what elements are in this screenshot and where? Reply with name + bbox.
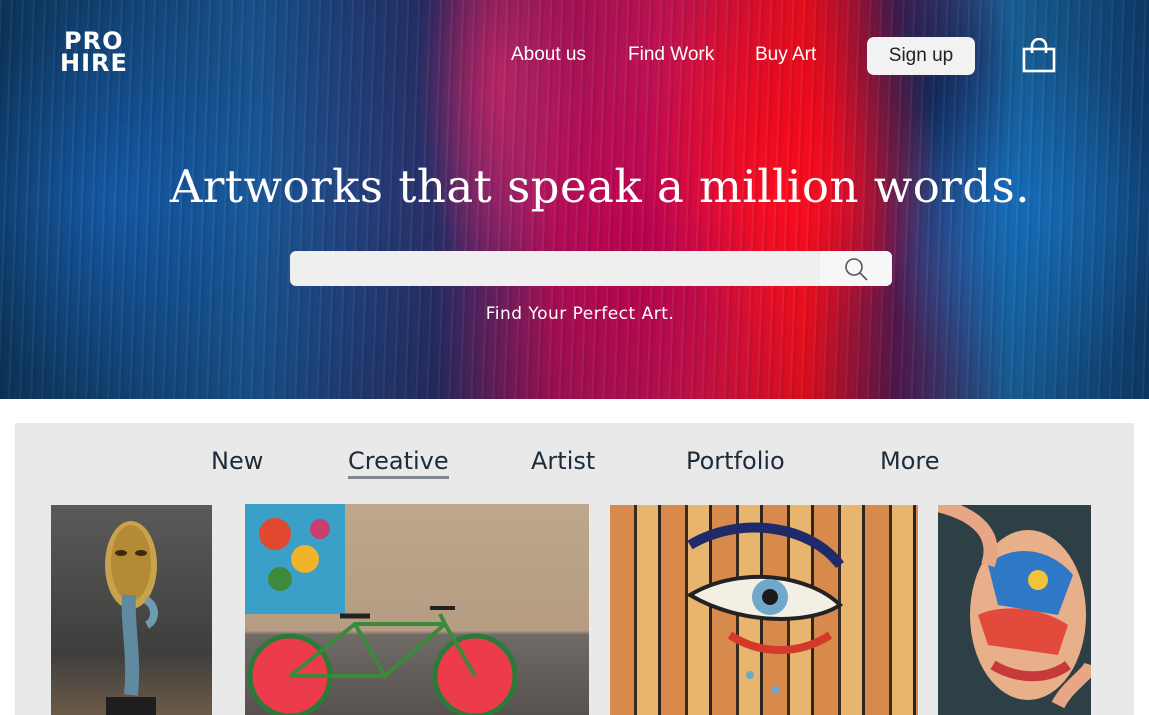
gallery-panel: New Creative Artist Portfolio More [15,423,1134,715]
face-paint-image [938,505,1091,709]
nav-buy-art[interactable]: Buy Art [755,44,816,66]
search-icon [845,257,868,281]
logo-line-2: HIRE [60,49,128,77]
hero-banner: PRO HIRE About us Find Work Buy Art Sign… [0,0,1149,399]
painted-fence-image [686,522,844,694]
sign-up-button[interactable]: Sign up [867,37,975,75]
search-input[interactable] [290,251,815,286]
watermelon-bicycle-image [245,504,518,715]
search-bar [290,251,892,286]
tab-artist[interactable]: Artist [531,447,595,475]
mask-sculpture-image [105,521,158,715]
tab-portfolio[interactable]: Portfolio [686,447,785,475]
logo[interactable]: PRO HIRE [60,29,128,77]
hero-headline: Artworks that speak a million words. [169,160,1031,213]
nav-find-work[interactable]: Find Work [628,44,714,66]
nav-about-us[interactable]: About us [511,44,586,66]
shopping-bag-icon[interactable] [1021,37,1057,74]
tab-creative[interactable]: Creative [348,447,449,479]
art-card-face-paint[interactable] [938,505,1091,715]
search-button[interactable] [820,251,892,286]
art-card-mask-sculpture[interactable] [51,505,212,715]
hero-tagline: Find Your Perfect Art. [485,304,675,324]
art-card-watermelon-bicycle[interactable] [245,504,589,715]
tab-new[interactable]: New [211,447,263,475]
art-card-painted-fence[interactable] [610,505,918,715]
tab-more[interactable]: More [880,447,940,475]
